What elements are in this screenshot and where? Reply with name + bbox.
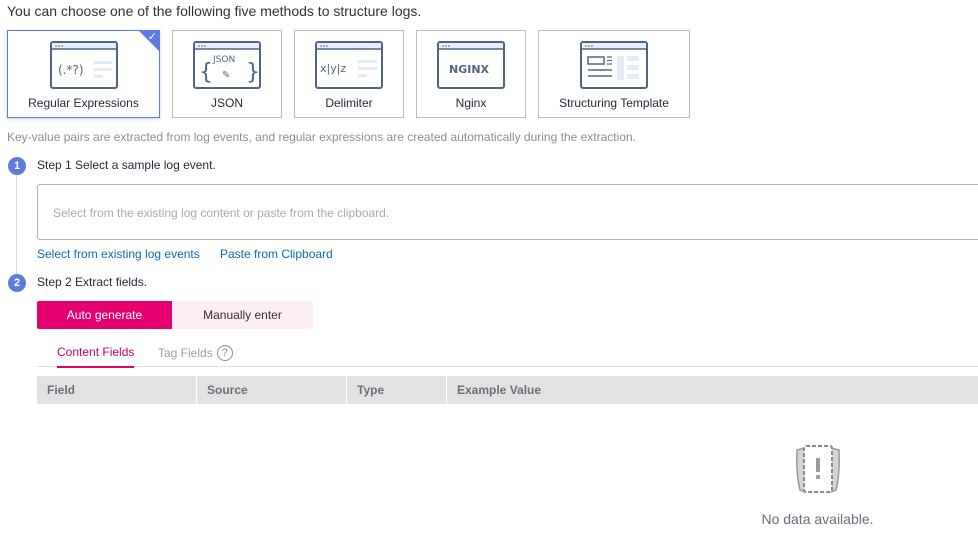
method-card-delimiter[interactable]: x|y|z Delimiter	[294, 30, 404, 118]
template-window-icon	[580, 41, 648, 89]
method-cards: (.*?) Regular Expressions ✓ { } JSON ✎ J…	[7, 30, 690, 118]
column-header-example-value: Example Value	[457, 383, 542, 397]
manually-enter-button[interactable]: Manually enter	[172, 301, 313, 329]
tab-tag-fields-label: Tag Fields	[158, 346, 213, 360]
delimiter-icon-text: x|y|z	[320, 62, 346, 75]
delimiter-window-icon: x|y|z	[315, 41, 383, 89]
field-tabs: Content Fields Tag Fields ?	[37, 340, 978, 368]
regex-icon-text: (.*?)	[58, 63, 84, 77]
method-card-json[interactable]: { } JSON ✎ JSON	[172, 30, 282, 118]
select-existing-log-events-link[interactable]: Select from existing log events	[37, 247, 200, 261]
method-card-structuring-template[interactable]: Structuring Template	[538, 30, 690, 118]
sample-log-placeholder: Select from the existing log content or …	[53, 206, 390, 220]
no-data-text: No data available.	[761, 511, 874, 527]
step-1-title: Step 1 Select a sample log event.	[37, 158, 216, 172]
step-1-badge: 1	[8, 157, 26, 175]
tab-content-fields[interactable]: Content Fields	[57, 345, 135, 368]
intro-text: You can choose one of the following five…	[7, 3, 422, 19]
nginx-icon-text: NGINX	[449, 63, 490, 76]
method-label: Nginx	[455, 96, 487, 110]
method-card-nginx[interactable]: NGINX Nginx	[416, 30, 526, 118]
method-label: JSON	[210, 96, 243, 110]
step-2-title: Step 2 Extract fields.	[37, 275, 148, 289]
regex-window-icon: (.*?)	[49, 41, 118, 89]
method-label: Structuring Template	[559, 96, 669, 110]
method-label: Regular Expressions	[28, 96, 139, 110]
column-header-source: Source	[197, 376, 347, 404]
json-window-icon: { } JSON ✎	[193, 41, 261, 89]
fields-table-header: Field Source Type Example Value	[37, 376, 978, 404]
extract-mode-toggle: Auto generate Manually enter	[37, 301, 313, 329]
sample-log-input[interactable]: Select from the existing log content or …	[37, 184, 978, 240]
empty-state: No data available.	[755, 444, 880, 527]
step-connector	[16, 172, 17, 276]
json-icon-text: JSON	[212, 55, 235, 65]
column-header-field: Field	[37, 376, 197, 404]
paste-from-clipboard-link[interactable]: Paste from Clipboard	[220, 247, 333, 261]
auto-generate-button[interactable]: Auto generate	[37, 301, 172, 329]
svg-text:}: }	[246, 60, 260, 85]
nginx-window-icon: NGINX	[437, 41, 505, 89]
column-header-type: Type	[347, 376, 447, 404]
method-label: Delimiter	[325, 96, 373, 110]
method-description: Key-value pairs are extracted from log e…	[7, 130, 636, 144]
step-2-badge: 2	[8, 274, 26, 292]
svg-text:{: {	[199, 60, 213, 85]
tab-tag-fields[interactable]: Tag Fields ?	[158, 345, 233, 361]
no-data-icon	[795, 445, 840, 494]
svg-text:✎: ✎	[222, 70, 230, 81]
help-icon[interactable]: ?	[216, 345, 233, 361]
method-card-regular-expressions[interactable]: (.*?) Regular Expressions ✓	[7, 30, 160, 118]
check-icon: ✓	[147, 31, 157, 43]
